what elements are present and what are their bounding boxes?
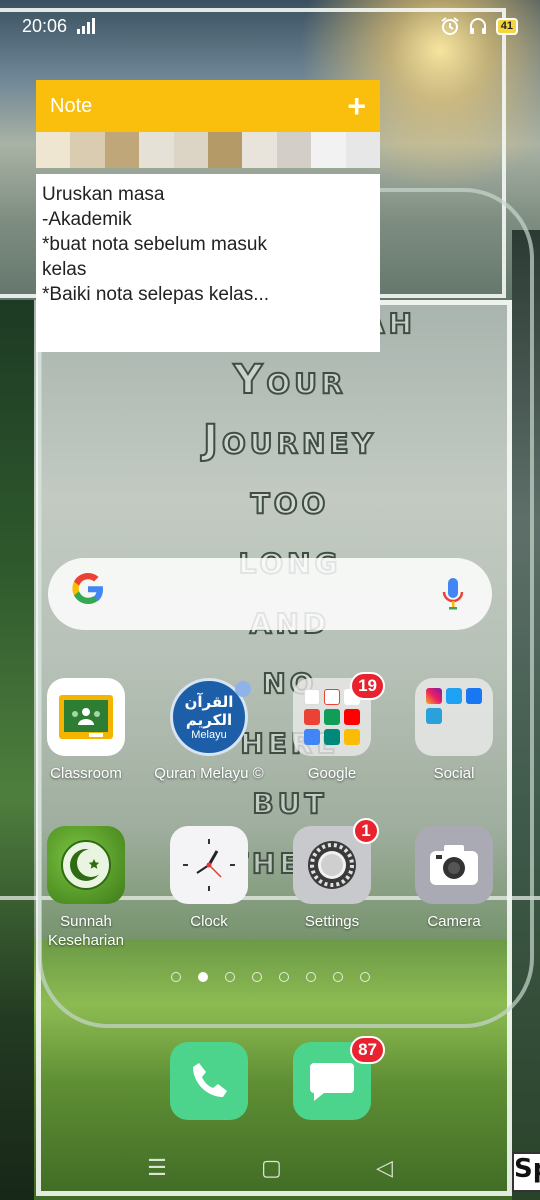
status-time: 20:06	[22, 15, 68, 36]
quran-icon: القرآن الكريم Melayu	[170, 678, 251, 756]
camera-icon	[415, 826, 493, 904]
note-body[interactable]: Uruskan masa -Akademik *buat nota sebelu…	[36, 174, 380, 352]
app-label: Classroom	[50, 765, 122, 782]
battery-indicator: 41	[495, 17, 518, 35]
back-icon[interactable]: ◁	[376, 1155, 393, 1181]
note-line: kelas	[42, 259, 87, 280]
app-label: Google	[307, 765, 357, 782]
social-folder-icon	[415, 678, 493, 756]
signal-icon	[77, 18, 96, 34]
crescent-star-icon	[47, 826, 125, 904]
quran-icon-sub: Melayu	[191, 729, 227, 741]
app-folder-google[interactable]: 19 Google	[274, 672, 390, 783]
note-line: -Akademik	[42, 209, 132, 230]
status-left: 20:06	[22, 15, 96, 37]
app-clock[interactable]: Clock	[151, 826, 267, 931]
google-search-bar[interactable]	[48, 558, 492, 630]
menu-icon[interactable]: ☰	[147, 1155, 167, 1181]
app-label: Sunnah Keseharian	[48, 913, 124, 949]
app-label: Clock	[190, 913, 228, 930]
note-line: *Baiki nota selepas kelas...	[42, 284, 270, 305]
alarm-icon	[441, 17, 459, 35]
classroom-icon	[47, 678, 125, 756]
app-sunnah-keseharian[interactable]: Sunnah Keseharian	[28, 826, 144, 950]
home-icon[interactable]: ▢	[261, 1155, 282, 1181]
quote-line: Journey	[202, 416, 377, 464]
messages-badge: 87	[350, 1036, 385, 1064]
quote-line: Your	[232, 356, 347, 404]
note-line: *buat nota sebelum masuk	[42, 234, 267, 255]
note-widget-title: Note	[50, 94, 93, 117]
status-bar: 20:06 41	[0, 0, 540, 52]
notification-dot	[235, 681, 251, 697]
page-dot[interactable]	[251, 972, 262, 982]
folder-app-grid	[426, 688, 482, 724]
corner-tag: Sp	[512, 1152, 540, 1192]
quran-icon-text: القرآن الكريم	[184, 693, 234, 729]
dock-messages[interactable]: 87	[293, 1036, 385, 1120]
headphones-icon	[469, 18, 486, 34]
note-add-button[interactable]: +	[347, 90, 366, 122]
settings-badge: 1	[353, 818, 379, 844]
app-camera[interactable]: Camera	[396, 826, 512, 931]
pixelated-area	[36, 132, 381, 168]
quote-line: too	[250, 476, 330, 524]
status-right: 41	[440, 16, 518, 36]
folder-app-grid	[304, 689, 360, 745]
microphone-icon[interactable]	[442, 576, 464, 612]
app-classroom[interactable]: Classroom	[28, 678, 144, 783]
settings-gear-icon: 1	[293, 818, 379, 904]
page-dot[interactable]	[170, 972, 181, 982]
phone-icon	[193, 1063, 227, 1097]
google-logo-icon	[70, 571, 106, 617]
note-widget-header: Note +	[36, 80, 380, 132]
app-settings[interactable]: 1 Settings	[274, 818, 390, 931]
note-line: Uruskan masa	[42, 184, 165, 205]
app-label: Settings	[304, 913, 360, 930]
message-bubble-icon	[310, 1063, 354, 1101]
page-dot[interactable]	[332, 972, 343, 982]
page-dot[interactable]	[305, 972, 316, 982]
page-indicator	[0, 972, 540, 982]
app-label: Camera	[427, 913, 481, 930]
google-folder-badge: 19	[350, 672, 385, 700]
google-folder-icon: 19	[293, 672, 385, 756]
page-dot[interactable]	[278, 972, 289, 982]
dock-phone[interactable]	[170, 1042, 248, 1120]
navigation-bar: ☰ ▢ ◁	[100, 1150, 440, 1186]
app-label: Social	[433, 765, 475, 782]
note-widget[interactable]: Note + Uruskan masa -Akademik *buat nota…	[36, 80, 381, 352]
page-dot[interactable]	[359, 972, 370, 982]
page-dot[interactable]	[224, 972, 235, 982]
page-dot-active[interactable]	[197, 972, 208, 982]
app-label: Quran Melayu ©	[154, 765, 264, 782]
clock-icon	[170, 826, 248, 904]
app-quran-melayu[interactable]: القرآن الكريم Melayu Quran Melayu ©	[151, 678, 267, 783]
app-folder-social[interactable]: Social	[396, 678, 512, 783]
